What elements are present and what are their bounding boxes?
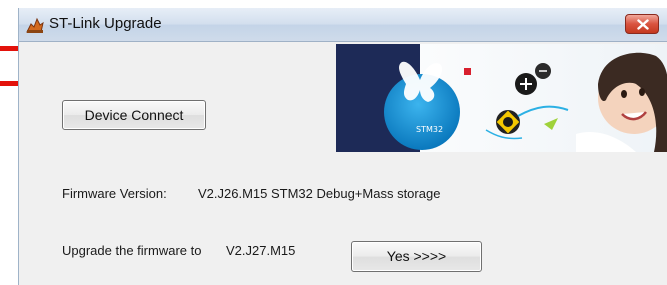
upgrade-firmware-label: Upgrade the firmware to	[62, 243, 202, 258]
device-connect-button[interactable]: Device Connect	[62, 100, 206, 130]
stm32-chip-label: STM32	[416, 125, 443, 134]
st-link-upgrade-window: ST-Link Upgrade STM32 Device Connect Fir…	[18, 8, 667, 285]
firmware-version-value: V2.J26.M15 STM32 Debug+Mass storage	[198, 186, 441, 201]
stm32-banner-image: STM32	[336, 44, 667, 152]
st-link-app-icon	[26, 17, 44, 33]
firmware-version-label: Firmware Version:	[62, 186, 167, 201]
upgrade-target-version: V2.J27.M15	[226, 243, 296, 258]
window-title: ST-Link Upgrade	[49, 15, 162, 32]
close-button[interactable]	[625, 14, 659, 34]
title-bar: ST-Link Upgrade	[19, 8, 667, 42]
close-icon	[637, 19, 649, 30]
yes-upgrade-button[interactable]: Yes >>>>	[351, 241, 482, 272]
